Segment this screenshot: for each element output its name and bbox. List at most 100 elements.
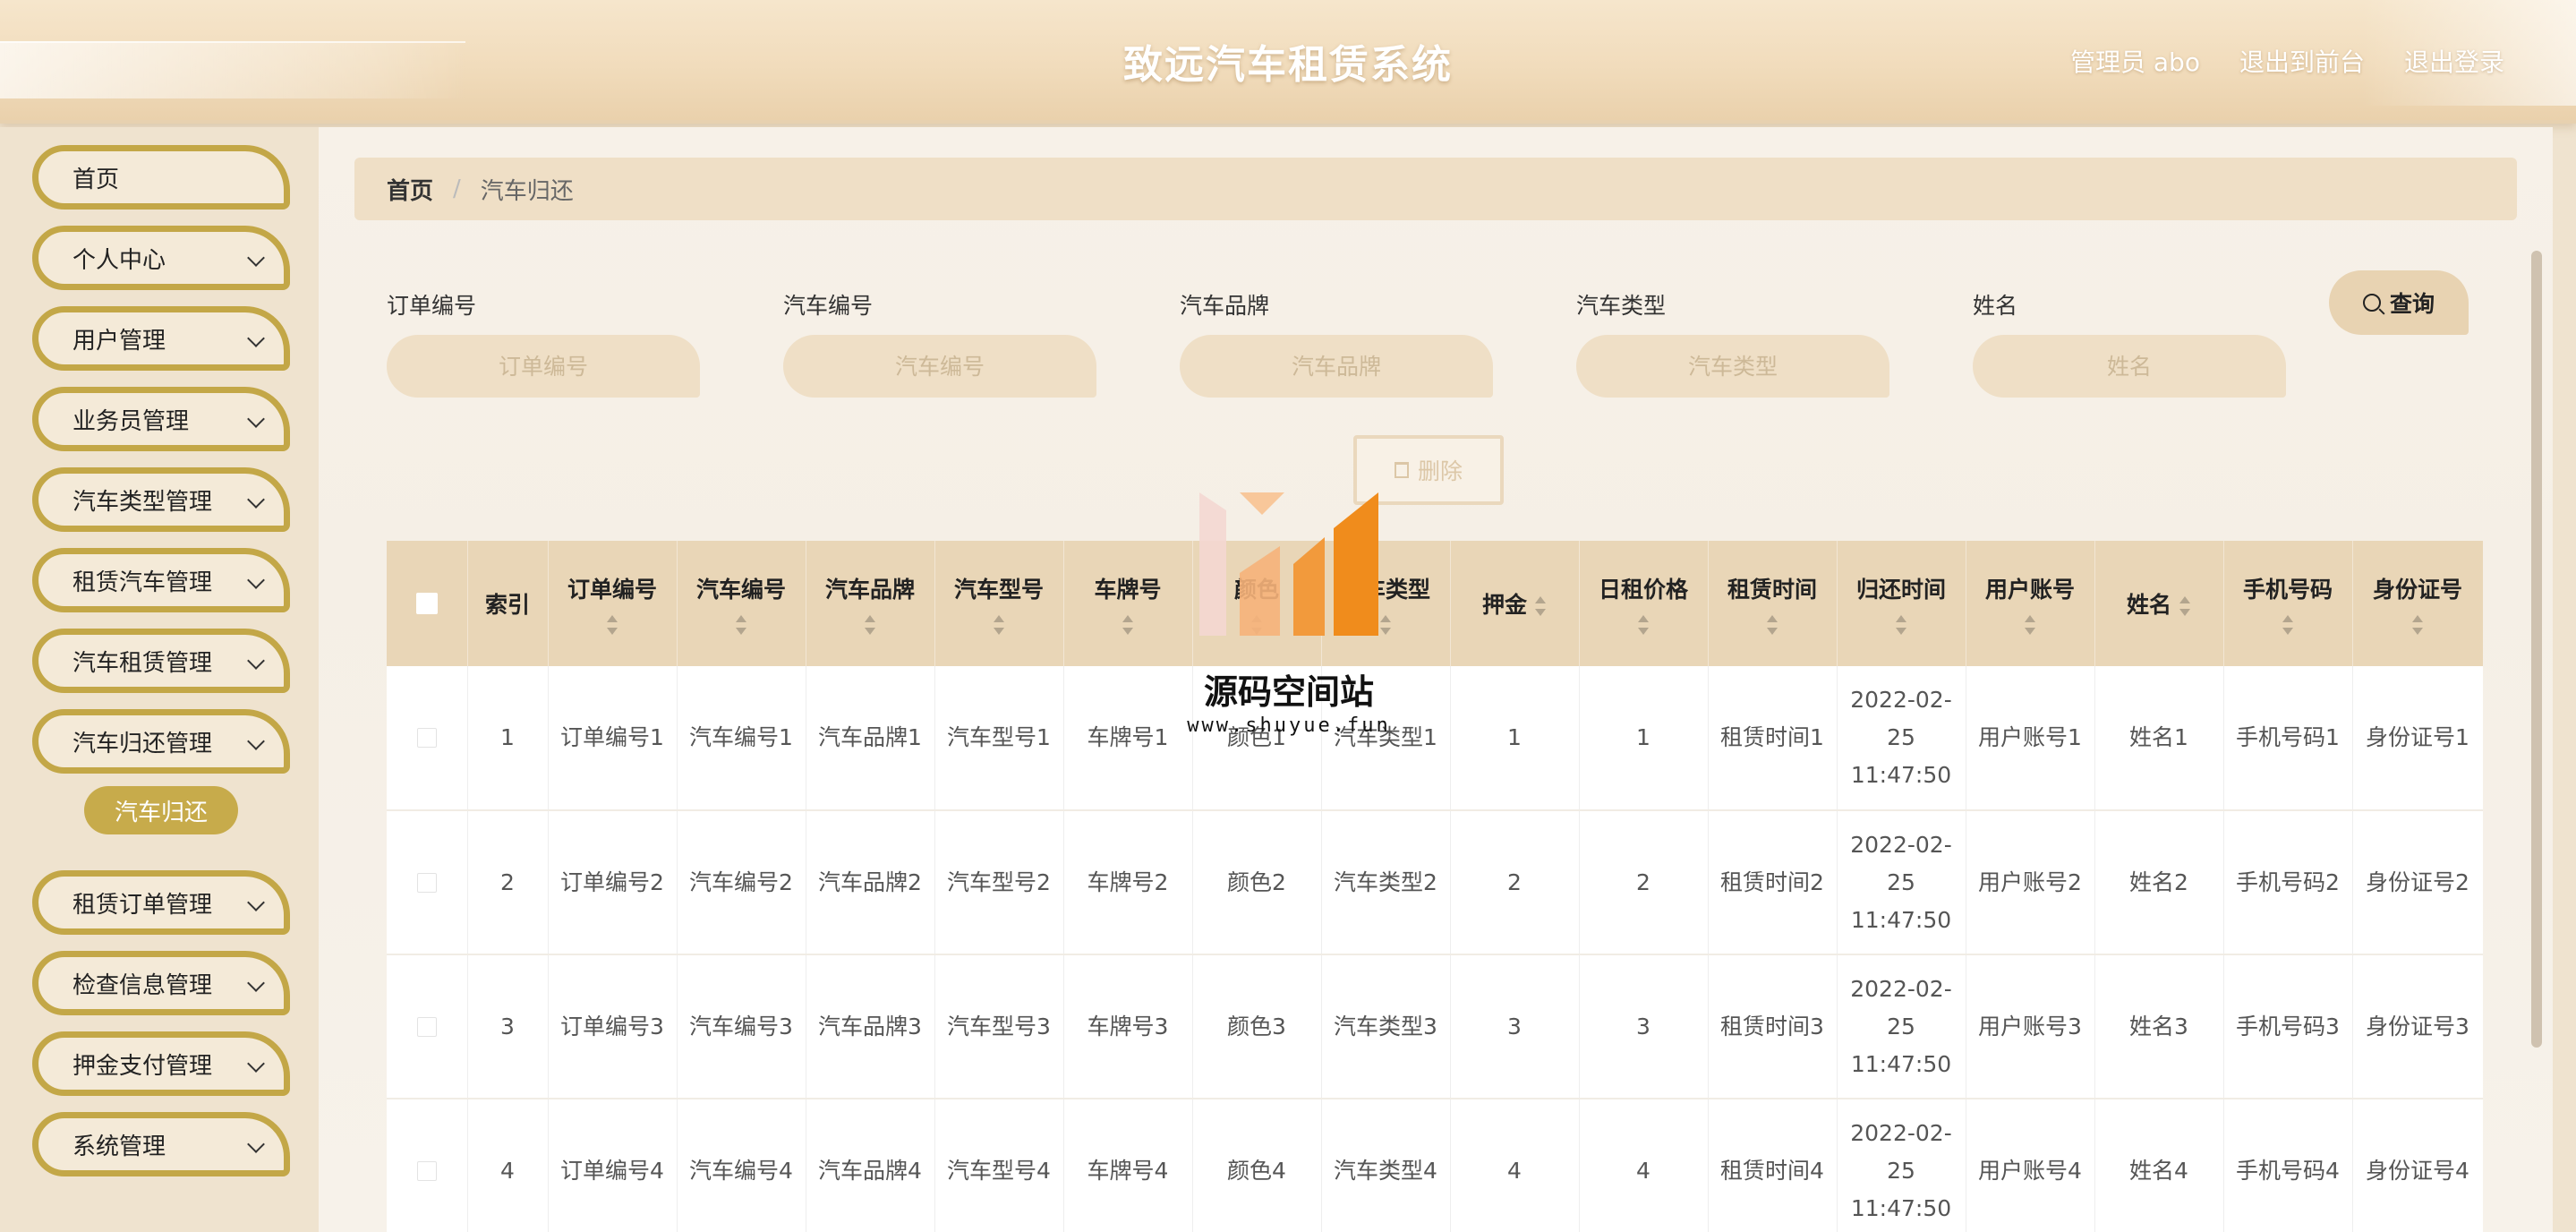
table-cell: 颜色4: [1192, 1099, 1322, 1232]
chevron-down-icon: [247, 894, 265, 911]
sidebar-item-label: 用户管理: [73, 327, 166, 355]
sidebar-item-11[interactable]: 押金支付管理: [32, 1031, 290, 1096]
sidebar-item-12[interactable]: 系统管理: [32, 1112, 290, 1176]
column-header-label: 汽车编号: [695, 577, 786, 603]
sidebar-item-6[interactable]: 租赁汽车管理: [32, 548, 290, 612]
sidebar-subitem-active[interactable]: 汽车归还: [84, 786, 238, 834]
select-all-checkbox[interactable]: [415, 593, 438, 614]
row-checkbox[interactable]: [416, 728, 437, 748]
table-header-row: 索引订单编号汽车编号汽车品牌汽车型号车牌号颜色汽车类型押金日租价格租赁时间归还时…: [387, 541, 2483, 666]
column-header-13[interactable]: 用户账号: [1966, 541, 2095, 666]
search-input-1[interactable]: [387, 335, 700, 398]
table-cell: 1: [1579, 666, 1709, 811]
column-header-3[interactable]: 汽车编号: [677, 541, 806, 666]
table-cell: 租赁时间2: [1708, 810, 1838, 955]
table-cell: 2022-02-25 11:47:50: [1837, 954, 1966, 1099]
sort-icon[interactable]: [1534, 596, 1547, 616]
search-input-5[interactable]: [1973, 335, 2286, 398]
column-header-label: 身份证号: [2372, 577, 2462, 603]
query-button-label: 查询: [2389, 291, 2435, 317]
sidebar-item-label: 押金支付管理: [73, 1052, 213, 1080]
column-header-label: 姓名: [2126, 592, 2171, 618]
sort-icon[interactable]: [2179, 596, 2191, 616]
table-row[interactable]: 4 订单编号4 汽车编号4 汽车品牌4 汽车型号4 车牌号4 颜色4 汽车类型4 4 4 租赁时间4…: [387, 1099, 2483, 1232]
sort-icon[interactable]: [1895, 615, 1907, 635]
vertical-scrollbar[interactable]: [2531, 251, 2542, 1048]
sidebar-item-3[interactable]: 用户管理: [32, 306, 290, 371]
table-row[interactable]: 1 订单编号1 汽车编号1 汽车品牌1 汽车型号1 车牌号1 颜色1 汽车类型1 1 1 租赁时间1…: [387, 666, 2483, 811]
table-cell: 汽车类型2: [1321, 810, 1451, 955]
table-cell: 2022-02-25 11:47:50: [1837, 1099, 1966, 1232]
chevron-down-icon: [247, 329, 265, 347]
sidebar-item-1[interactable]: 首页: [32, 145, 290, 210]
sort-icon[interactable]: [993, 615, 1005, 635]
column-header-10[interactable]: 日租价格: [1579, 541, 1709, 666]
table-cell: 汽车类型3: [1321, 954, 1451, 1099]
row-checkbox[interactable]: [416, 1016, 437, 1037]
column-header-label: 日租价格: [1598, 577, 1688, 603]
logout-link[interactable]: 退出登录: [2404, 43, 2504, 79]
breadcrumb-home[interactable]: 首页: [387, 173, 433, 206]
sidebar-item-label: 系统管理: [73, 1133, 166, 1160]
table-cell: 汽车类型4: [1321, 1099, 1451, 1232]
table-cell: 手机号码3: [2223, 954, 2353, 1099]
sidebar-item-10[interactable]: 检查信息管理: [32, 951, 290, 1015]
column-header-11[interactable]: 租赁时间: [1708, 541, 1838, 666]
column-header-16[interactable]: 身份证号: [2352, 541, 2483, 666]
search-label-4: 汽车类型: [1576, 293, 1667, 319]
column-header-6[interactable]: 车牌号: [1063, 541, 1193, 666]
column-header-5[interactable]: 汽车型号: [934, 541, 1064, 666]
table-cell: 身份证号4: [2352, 1099, 2483, 1232]
sidebar-item-4[interactable]: 业务员管理: [32, 387, 290, 451]
search-input-2[interactable]: [783, 335, 1096, 398]
sort-icon[interactable]: [2024, 615, 2036, 635]
column-header-label: 汽车品牌: [824, 577, 915, 603]
watermark-url: www.shuyue.fun: [1187, 714, 1391, 737]
column-header-15[interactable]: 手机号码: [2223, 541, 2353, 666]
sidebar-item-label: 业务员管理: [73, 407, 190, 435]
table-cell: 2: [467, 810, 549, 955]
chevron-down-icon: [247, 1135, 265, 1153]
breadcrumb-separator: /: [453, 175, 461, 202]
sidebar-item-9[interactable]: 租赁订单管理: [32, 870, 290, 935]
delete-button-label: 删除: [1417, 458, 1463, 484]
column-header-12[interactable]: 归还时间: [1837, 541, 1966, 666]
column-header-14[interactable]: 姓名: [2094, 541, 2224, 666]
sidebar-item-label: 租赁订单管理: [73, 891, 213, 919]
sidebar-item-5[interactable]: 汽车类型管理: [32, 467, 290, 532]
sidebar-item-label: 汽车租赁管理: [73, 649, 213, 677]
back-to-front-link[interactable]: 退出到前台: [2239, 43, 2365, 79]
table-cell: 姓名4: [2094, 1099, 2224, 1232]
sidebar-item-8[interactable]: 汽车归还管理: [32, 709, 290, 774]
sort-icon[interactable]: [2411, 615, 2424, 635]
table-cell: 车牌号4: [1063, 1099, 1193, 1232]
row-checkbox[interactable]: [416, 872, 437, 893]
row-select-cell: [387, 666, 468, 811]
sort-icon[interactable]: [1637, 615, 1650, 635]
sort-icon[interactable]: [606, 615, 618, 635]
sidebar-item-label: 检查信息管理: [73, 971, 213, 999]
sort-icon[interactable]: [1122, 615, 1134, 635]
search-input-3[interactable]: [1180, 335, 1493, 398]
sort-icon[interactable]: [1766, 615, 1778, 635]
column-header-label: 索引: [484, 592, 530, 618]
sidebar-item-label: 租赁汽车管理: [73, 569, 213, 596]
sort-icon[interactable]: [864, 615, 876, 635]
row-checkbox[interactable]: [416, 1160, 437, 1181]
sidebar-item-2[interactable]: 个人中心: [32, 226, 290, 290]
chevron-down-icon: [247, 249, 265, 267]
column-header-2[interactable]: 订单编号: [548, 541, 678, 666]
table-row[interactable]: 3 订单编号3 汽车编号3 汽车品牌3 汽车型号3 车牌号3 颜色3 汽车类型3 3 3 租赁时间3…: [387, 954, 2483, 1099]
table-row[interactable]: 2 订单编号2 汽车编号2 汽车品牌2 汽车型号2 车牌号2 颜色2 汽车类型2 2 2 租赁时间2…: [387, 810, 2483, 955]
query-button[interactable]: 查询: [2329, 270, 2469, 335]
search-input-4[interactable]: [1576, 335, 1889, 398]
sort-icon[interactable]: [2282, 615, 2294, 635]
sidebar-item-7[interactable]: 汽车租赁管理: [32, 629, 290, 693]
table-cell: 订单编号2: [548, 810, 678, 955]
current-user-label: 管理员 abo: [2070, 47, 2200, 77]
column-header-4[interactable]: 汽车品牌: [806, 541, 935, 666]
column-header-9[interactable]: 押金: [1450, 541, 1580, 666]
table-cell: 手机号码2: [2223, 810, 2353, 955]
table-cell: 租赁时间3: [1708, 954, 1838, 1099]
sort-icon[interactable]: [735, 615, 747, 635]
